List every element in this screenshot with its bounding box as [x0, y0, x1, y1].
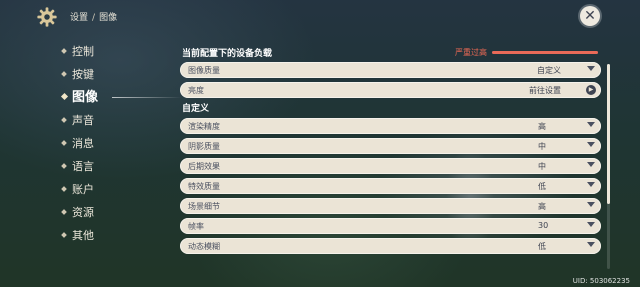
bullet-icon [61, 232, 67, 238]
setting-row-effects-quality[interactable]: 特效质量 低 [180, 178, 601, 194]
close-icon: ✕ [584, 8, 596, 24]
device-load-bar [492, 51, 598, 54]
setting-value: 高 [538, 122, 546, 131]
chevron-down-icon [587, 122, 595, 127]
sidebar-item-label: 声音 [72, 114, 94, 127]
settings-sidebar: 控制 按键 图像 声音 消息 语言 账户 资源 其他 [60, 40, 182, 247]
sidebar-item-label: 语言 [72, 160, 94, 173]
sidebar-item-label: 按键 [72, 68, 94, 81]
device-load-header: 当前配置下的设备负载 严重过高 [180, 44, 605, 62]
setting-row-brightness[interactable]: 亮度 前往设置 ▶ [180, 82, 601, 98]
uid-label: UID: 503062235 [572, 277, 630, 285]
sidebar-item-label: 图像 [72, 90, 99, 105]
chevron-down-icon [587, 202, 595, 207]
gear-icon [36, 6, 58, 28]
sidebar-item-account[interactable]: 账户 [60, 178, 170, 201]
setting-row-shadow-quality[interactable]: 阴影质量 中 [180, 138, 601, 154]
settings-scrollbar[interactable] [607, 64, 610, 269]
sidebar-item-label: 控制 [72, 45, 94, 58]
active-indicator [112, 97, 182, 98]
bullet-icon [61, 186, 67, 192]
scrollbar-thumb[interactable] [607, 64, 610, 204]
setting-row-post-processing[interactable]: 后期效果 中 [180, 158, 601, 174]
bullet-icon [61, 71, 67, 77]
device-load-title: 当前配置下的设备负载 [182, 49, 273, 59]
device-load-fill [492, 51, 598, 54]
sidebar-item-messages[interactable]: 消息 [60, 132, 170, 155]
setting-label: 帧率 [188, 222, 204, 231]
setting-label: 特效质量 [188, 182, 220, 191]
sidebar-item-keybinds[interactable]: 按键 [60, 63, 170, 86]
setting-value: 30 [538, 221, 549, 230]
custom-settings-list: 渲染精度 高 阴影质量 中 后期效果 中 特效质量 低 场景细节 高 帧率 30 [180, 118, 605, 268]
bullet-icon [61, 163, 67, 169]
sidebar-item-audio[interactable]: 声音 [60, 109, 170, 132]
bullet-icon [60, 92, 69, 101]
bullet-icon [61, 48, 67, 54]
sidebar-item-label: 其他 [72, 229, 94, 242]
setting-label: 场景细节 [188, 202, 220, 211]
chevron-down-icon [587, 242, 595, 247]
setting-row-scene-detail[interactable]: 场景细节 高 [180, 198, 601, 214]
setting-row-graphics-quality[interactable]: 图像质量 自定义 [180, 62, 601, 78]
top-bar: 设置 / 图像 ✕ [0, 0, 640, 34]
close-button[interactable]: ✕ [580, 6, 600, 26]
setting-label: 动态模糊 [188, 242, 220, 251]
custom-section-title: 自定义 [182, 104, 210, 114]
sidebar-item-graphics[interactable]: 图像 [60, 86, 182, 109]
chevron-down-icon [587, 222, 595, 227]
setting-value: 前往设置 [529, 86, 561, 95]
setting-value: 自定义 [537, 66, 561, 75]
chevron-down-icon [587, 182, 595, 187]
sidebar-item-label: 资源 [72, 206, 94, 219]
bullet-icon [61, 209, 67, 215]
setting-label: 后期效果 [188, 162, 220, 171]
setting-value: 低 [538, 242, 546, 251]
setting-row-frame-rate[interactable]: 帧率 30 [180, 218, 601, 234]
sidebar-item-language[interactable]: 语言 [60, 155, 170, 178]
setting-label: 阴影质量 [188, 142, 220, 151]
setting-value: 高 [538, 202, 546, 211]
breadcrumb: 设置 / 图像 [70, 10, 117, 23]
chevron-down-icon [587, 142, 595, 147]
setting-value: 低 [538, 182, 546, 191]
setting-value: 中 [538, 162, 546, 171]
setting-value: 中 [538, 142, 546, 151]
sidebar-item-label: 账户 [72, 183, 94, 196]
setting-label: 图像质量 [188, 66, 220, 75]
breadcrumb-settings[interactable]: 设置 [70, 13, 88, 23]
sidebar-item-label: 消息 [72, 137, 94, 150]
setting-label: 亮度 [188, 86, 204, 95]
chevron-right-icon: ▶ [586, 85, 596, 95]
breadcrumb-separator: / [92, 13, 96, 23]
device-load-status: 严重过高 [455, 48, 487, 57]
chevron-down-icon [587, 162, 595, 167]
sidebar-item-resources[interactable]: 资源 [60, 201, 170, 224]
setting-label: 渲染精度 [188, 122, 220, 131]
bullet-icon [61, 140, 67, 146]
breadcrumb-current: 图像 [99, 13, 118, 23]
chevron-down-icon [587, 66, 595, 71]
sidebar-item-controls[interactable]: 控制 [60, 40, 170, 63]
setting-row-render-resolution[interactable]: 渲染精度 高 [180, 118, 601, 134]
graphics-settings-panel: 当前配置下的设备负载 严重过高 图像质量 自定义 亮度 前往设置 ▶ 自定义 渲… [180, 44, 605, 268]
setting-row-motion-blur[interactable]: 动态模糊 低 [180, 238, 601, 254]
bullet-icon [61, 117, 67, 123]
sidebar-item-other[interactable]: 其他 [60, 224, 170, 247]
